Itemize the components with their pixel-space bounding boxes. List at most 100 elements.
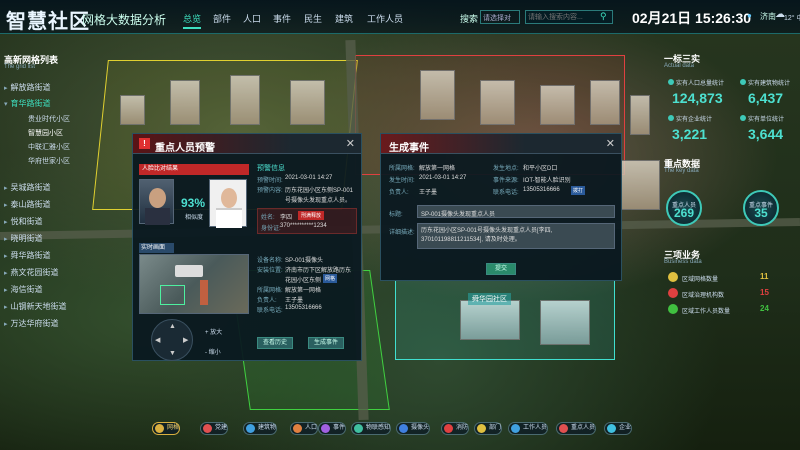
compare-title: 人脸比对结果 xyxy=(139,164,249,175)
event-desc-textarea[interactable]: 历东花园小区SP-001号摄像头发现重点人员[李四, 3701011988112… xyxy=(417,223,615,249)
device-name: SP-001摄像头 xyxy=(285,258,324,264)
nav-population[interactable]: 人口 xyxy=(243,12,261,25)
zoom-out-button[interactable]: - 缩小 xyxy=(205,347,221,356)
warn-content-cont: 号摄像头发现重点人员。 xyxy=(285,198,352,204)
building xyxy=(540,85,575,125)
app-logo: 智慧社区 xyxy=(6,11,90,33)
layer-iot-button[interactable]: 物联感知 xyxy=(351,422,392,435)
building xyxy=(170,80,200,125)
nav-livelihood[interactable]: 民生 xyxy=(304,12,322,25)
nav-overview[interactable]: 总览 xyxy=(183,12,202,29)
tree-community[interactable]: 中联汇雅小区 xyxy=(28,142,70,152)
field-label: 姓名: xyxy=(261,215,275,221)
stat-unit-label: 实有单位统计 xyxy=(748,117,785,123)
chevron-right-icon: ▸ xyxy=(4,85,8,92)
camera-icon xyxy=(399,424,408,433)
alert-modal: ! 重点人员预警 ✕ 人脸比对结果 93% 相似度 预警信息 预警时间: 202… xyxy=(132,133,362,361)
building xyxy=(460,300,520,340)
arrow-right-icon[interactable]: ▶ xyxy=(183,336,188,344)
tree-street-jiefang[interactable]: ▸ 解放路街道 xyxy=(4,82,51,93)
grid-list-subtitle: The grid list xyxy=(4,64,36,70)
field-label: 身份证: xyxy=(261,226,281,232)
call-button[interactable]: 拨打 xyxy=(571,186,586,195)
similarity-value: 93% xyxy=(181,196,206,210)
layer-camera-button[interactable]: 摄像头 xyxy=(396,422,431,435)
nav-events[interactable]: 事件 xyxy=(273,12,291,25)
layer-keyperson-button[interactable]: 重点人员 xyxy=(556,422,597,435)
zoom-in-button[interactable]: + 放大 xyxy=(205,327,222,336)
tree-community[interactable]: 贵业时代小区 xyxy=(28,114,70,124)
tree-street[interactable]: ▸ 晓明街道 xyxy=(4,233,43,244)
building xyxy=(120,95,145,125)
tree-street[interactable]: ▸ 悦和街道 xyxy=(4,216,43,227)
event-modal-title: 生成事件 xyxy=(389,143,429,154)
event-source: IOT-智能人脸识别 xyxy=(523,178,571,184)
building-icon xyxy=(246,424,255,433)
top-bar: 智慧社区 网格大数据分析 总览 部件 人口 事件 民生 建筑 工作人员 搜索 请… xyxy=(0,0,800,34)
location-icon: ● xyxy=(747,11,752,20)
tree-street-yuhua[interactable]: ▾ 育华路街道 xyxy=(4,98,51,109)
warn-info-title: 预警信息 xyxy=(257,165,285,172)
layer-enterprise-button[interactable]: 企业 xyxy=(604,422,633,435)
nav-buildings[interactable]: 建筑 xyxy=(335,12,353,25)
search-icon[interactable]: ⚲ xyxy=(600,11,607,22)
layer-staff-button[interactable]: 工作人员 xyxy=(508,422,549,435)
tree-street[interactable]: ▸ 舜华路街道 xyxy=(4,250,51,261)
close-icon[interactable]: ✕ xyxy=(606,137,615,150)
event-title-input[interactable]: SP-001摄像头发现重点人员 xyxy=(417,205,615,218)
tree-street[interactable]: ▸ 山钢新天地街道 xyxy=(4,301,67,312)
tree-street[interactable]: ▸ 海信街道 xyxy=(4,284,43,295)
close-icon[interactable]: ✕ xyxy=(346,137,355,150)
tree-community[interactable]: 华府世家小区 xyxy=(28,156,70,166)
camera-feed[interactable] xyxy=(139,254,249,314)
submit-button[interactable]: 提交 xyxy=(486,263,516,275)
arrow-up-icon[interactable]: ▲ xyxy=(169,323,176,330)
field-label: 详细描述: xyxy=(389,230,415,236)
layer-grid-button[interactable]: 网格 xyxy=(152,422,181,435)
field-label: 发生时间: xyxy=(389,178,415,184)
view-history-button[interactable]: 查看历史 xyxy=(257,337,293,349)
field-label: 联系电话: xyxy=(493,190,519,196)
key-persons-value: 269 xyxy=(673,206,695,220)
event-location: 和平小区D口 xyxy=(523,166,558,172)
layer-population-button[interactable]: 人口 xyxy=(290,422,319,435)
field-label: 设备名称: xyxy=(257,258,283,264)
tree-street[interactable]: ▸ 吴城路街道 xyxy=(4,182,51,193)
chevron-right-icon: ▸ xyxy=(4,321,8,328)
tree-community-selected[interactable]: 智慧园小区 xyxy=(28,128,63,138)
ptz-control[interactable]: ▲ ▼ ◀ ▶ xyxy=(151,319,193,361)
layer-party-button[interactable]: 党建 xyxy=(200,422,229,435)
tree-street[interactable]: ▸ 燕文花园街道 xyxy=(4,267,59,278)
create-event-button[interactable]: 生成事件 xyxy=(308,337,344,349)
community-label[interactable]: 舜华园社区 xyxy=(468,293,511,305)
layer-department-button[interactable]: 部门 xyxy=(474,422,503,435)
building xyxy=(620,160,660,210)
warn-time: 2021-03-01 14:27 xyxy=(285,175,333,181)
tree-street[interactable]: ▸ 万达华府街道 xyxy=(4,318,59,329)
nav-parts[interactable]: 部件 xyxy=(213,12,231,25)
field-label: 事件来源: xyxy=(493,178,519,184)
alert-modal-header: ! 重点人员预警 ✕ xyxy=(133,134,361,154)
search-type-select[interactable]: 请选择对 xyxy=(480,10,520,24)
arrow-down-icon[interactable]: ▼ xyxy=(169,350,176,357)
chevron-down-icon: ▾ xyxy=(4,101,8,108)
grid-badge: 网格 xyxy=(323,274,338,283)
layer-fire-button[interactable]: 消防 xyxy=(441,422,470,435)
building xyxy=(590,80,620,125)
event-modal: 生成事件 ✕ 所属网格: 解放第一网格 发生地点: 和平小区D口 发生时间: 2… xyxy=(380,133,622,281)
layer-event-button[interactable]: 事件 xyxy=(318,422,347,435)
key-events-circle[interactable]: 重点事件 35 xyxy=(743,190,779,226)
weather-city: 济南 xyxy=(760,12,776,21)
nav-staff[interactable]: 工作人员 xyxy=(367,12,403,25)
install-location: 济南市历下区解放路历东 xyxy=(285,268,352,274)
arrow-left-icon[interactable]: ◀ xyxy=(155,336,160,344)
enterprise-icon xyxy=(607,424,616,433)
biz-grid-label: 区域网格数量 xyxy=(682,277,719,283)
biz-staff-value: 24 xyxy=(760,304,769,313)
layer-building-button[interactable]: 建筑物 xyxy=(243,422,278,435)
field-label: 负责人: xyxy=(257,298,277,304)
staff-icon xyxy=(511,424,520,433)
tree-street[interactable]: ▸ 泰山路街道 xyxy=(4,199,51,210)
keyperson-icon xyxy=(559,424,568,433)
key-persons-circle[interactable]: 重点人员 269 xyxy=(666,190,702,226)
